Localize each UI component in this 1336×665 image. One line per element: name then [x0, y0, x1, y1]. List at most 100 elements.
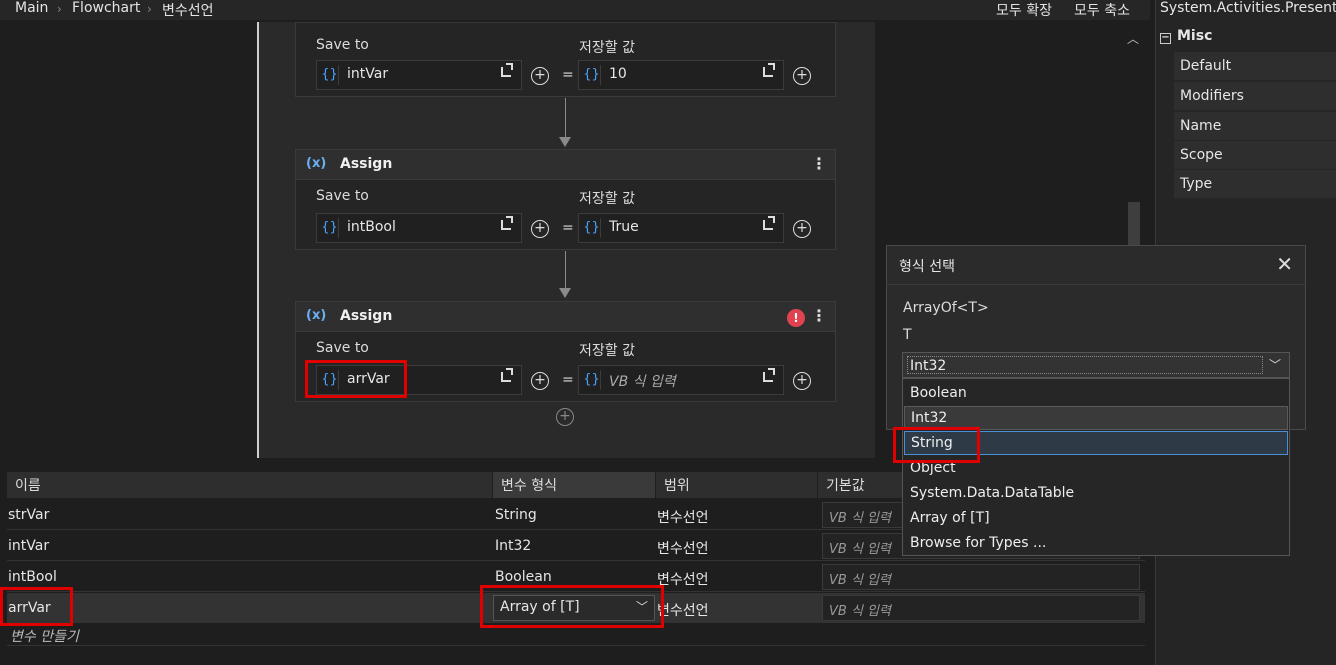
dialog-title: 형식 선택 [899, 259, 955, 275]
create-variable-link[interactable]: 변수 만들기 [10, 626, 79, 646]
activity-header[interactable]: (x) Assign ! ⋮ [296, 302, 835, 332]
default-value-input[interactable]: VB 식 입력 [822, 595, 1140, 621]
variable-scope[interactable]: 변수선언 [657, 600, 709, 620]
assign-activity-1[interactable]: Save to 저장할 값 {} intVar + = {} 10 + [295, 22, 836, 97]
chevron-right-icon: › [57, 2, 62, 16]
expression-brace-icon: {} [321, 218, 339, 238]
activity-title: Assign [340, 156, 393, 172]
collapse-icon[interactable]: − [1160, 33, 1171, 44]
assign-x-icon: (x) [306, 156, 327, 171]
value-label: 저장할 값 [579, 191, 635, 207]
assign-activity-2[interactable]: (x) Assign ⋮ Save to 저장할 값 {} intBool + … [295, 149, 836, 250]
breadcrumb-current[interactable]: 변수선언 [162, 0, 214, 20]
plus-circle-icon[interactable]: + [793, 220, 811, 238]
save-to-label: Save to [316, 37, 369, 53]
plus-circle-icon[interactable]: + [793, 372, 811, 390]
breadcrumb-main[interactable]: Main [15, 0, 48, 16]
variable-name[interactable]: intBool [8, 569, 57, 585]
variable-name[interactable]: strVar [8, 507, 49, 523]
value-field[interactable]: {} 10 [578, 60, 784, 90]
expression-brace-icon: {} [583, 218, 601, 238]
plus-circle-icon[interactable]: + [531, 220, 549, 238]
value-label: 저장할 값 [579, 40, 635, 56]
breadcrumb-flowchart[interactable]: Flowchart [72, 0, 140, 16]
value-placeholder: VB 식 입력 [609, 374, 676, 390]
expression-brace-icon: {} [583, 370, 601, 390]
expression-brace-icon: {} [321, 65, 339, 85]
connector-line [565, 251, 566, 289]
kebab-menu-icon[interactable]: ⋮ [811, 154, 827, 173]
value-text: 10 [609, 66, 627, 82]
annotation-highlight-arrvar [305, 360, 407, 398]
equals-sign: = [562, 67, 574, 83]
column-header-name[interactable]: 이름 [7, 472, 493, 498]
variable-type[interactable]: Boolean [495, 569, 552, 585]
property-scope[interactable]: Scope [1174, 141, 1336, 170]
dropdown-selected-value: Int32 [907, 356, 1263, 374]
save-to-field[interactable]: {} intBool [316, 213, 522, 243]
chevron-right-icon: › [147, 2, 152, 16]
annotation-highlight-arrvar-row [0, 587, 73, 626]
plus-circle-icon[interactable]: + [793, 67, 811, 85]
column-header-type[interactable]: 변수 형식 [493, 472, 656, 498]
chevron-up-icon[interactable]: ︿ [1127, 30, 1139, 47]
close-icon[interactable]: ✕ [1276, 252, 1293, 276]
expand-all-button[interactable]: 모두 확장 [996, 0, 1052, 20]
chevron-down-icon[interactable]: ﹀ [1269, 356, 1281, 373]
property-modifiers[interactable]: Modifiers [1174, 82, 1336, 111]
variable-scope[interactable]: 변수선언 [657, 538, 709, 558]
property-category[interactable]: − Misc [1160, 28, 1336, 50]
save-to-value: intVar [347, 66, 389, 82]
expand-icon[interactable] [763, 216, 775, 230]
type-param-dropdown[interactable]: Int32 ﹀ [902, 352, 1290, 378]
variable-scope[interactable]: 변수선언 [657, 507, 709, 527]
column-header-scope[interactable]: 범위 [656, 472, 818, 498]
expand-icon[interactable] [501, 63, 513, 77]
connector-arrow [559, 288, 571, 298]
property-type[interactable]: Type [1174, 170, 1336, 199]
kebab-menu-icon[interactable]: ⋮ [811, 306, 827, 325]
dropdown-option[interactable]: Browse for Types ... [904, 532, 1288, 556]
value-text: True [609, 219, 639, 235]
variable-type[interactable]: String [495, 507, 537, 523]
category-label: Misc [1177, 28, 1213, 44]
save-to-value: intBool [347, 219, 396, 235]
connector-line [565, 98, 566, 138]
type-param-label: T [903, 327, 912, 343]
dropdown-option[interactable]: Boolean [904, 382, 1288, 406]
property-name[interactable]: Name [1174, 112, 1336, 141]
equals-sign: = [562, 372, 574, 388]
variable-name[interactable]: intVar [8, 538, 49, 554]
variable-scope[interactable]: 변수선언 [657, 569, 709, 589]
variable-type[interactable]: Int32 [495, 538, 531, 554]
value-field[interactable]: {} True [578, 213, 784, 243]
add-activity-icon[interactable]: + [556, 408, 574, 426]
activity-header[interactable]: (x) Assign ⋮ [296, 150, 835, 180]
collapse-all-button[interactable]: 모두 축소 [1074, 0, 1130, 20]
type-name-label: ArrayOf<T> [903, 300, 989, 316]
annotation-highlight-type [480, 585, 664, 628]
save-to-field[interactable]: {} intVar [316, 60, 522, 90]
error-icon[interactable]: ! [787, 309, 805, 327]
plus-circle-icon[interactable]: + [531, 372, 549, 390]
plus-circle-icon[interactable]: + [531, 67, 549, 85]
activity-title: Assign [340, 308, 393, 324]
expand-icon[interactable] [763, 63, 775, 77]
expand-icon[interactable] [501, 216, 513, 230]
save-to-label: Save to [316, 188, 369, 204]
properties-title: System.Activities.Presentation [1160, 0, 1336, 16]
expand-icon[interactable] [763, 368, 775, 382]
scrollbar-thumb[interactable] [1128, 202, 1140, 246]
connector-arrow [559, 137, 571, 147]
annotation-highlight-string [893, 427, 980, 463]
expand-icon[interactable] [501, 368, 513, 382]
property-default[interactable]: Default [1174, 52, 1336, 81]
equals-sign: = [562, 220, 574, 236]
dropdown-option[interactable]: System.Data.DataTable [904, 482, 1288, 506]
value-field[interactable]: {} VB 식 입력 [578, 365, 784, 395]
default-value-input[interactable]: VB 식 입력 [822, 564, 1140, 590]
value-label: 저장할 값 [579, 343, 635, 359]
expression-brace-icon: {} [583, 65, 601, 85]
save-to-label: Save to [316, 340, 369, 356]
dropdown-option[interactable]: Array of [T] [904, 507, 1288, 531]
